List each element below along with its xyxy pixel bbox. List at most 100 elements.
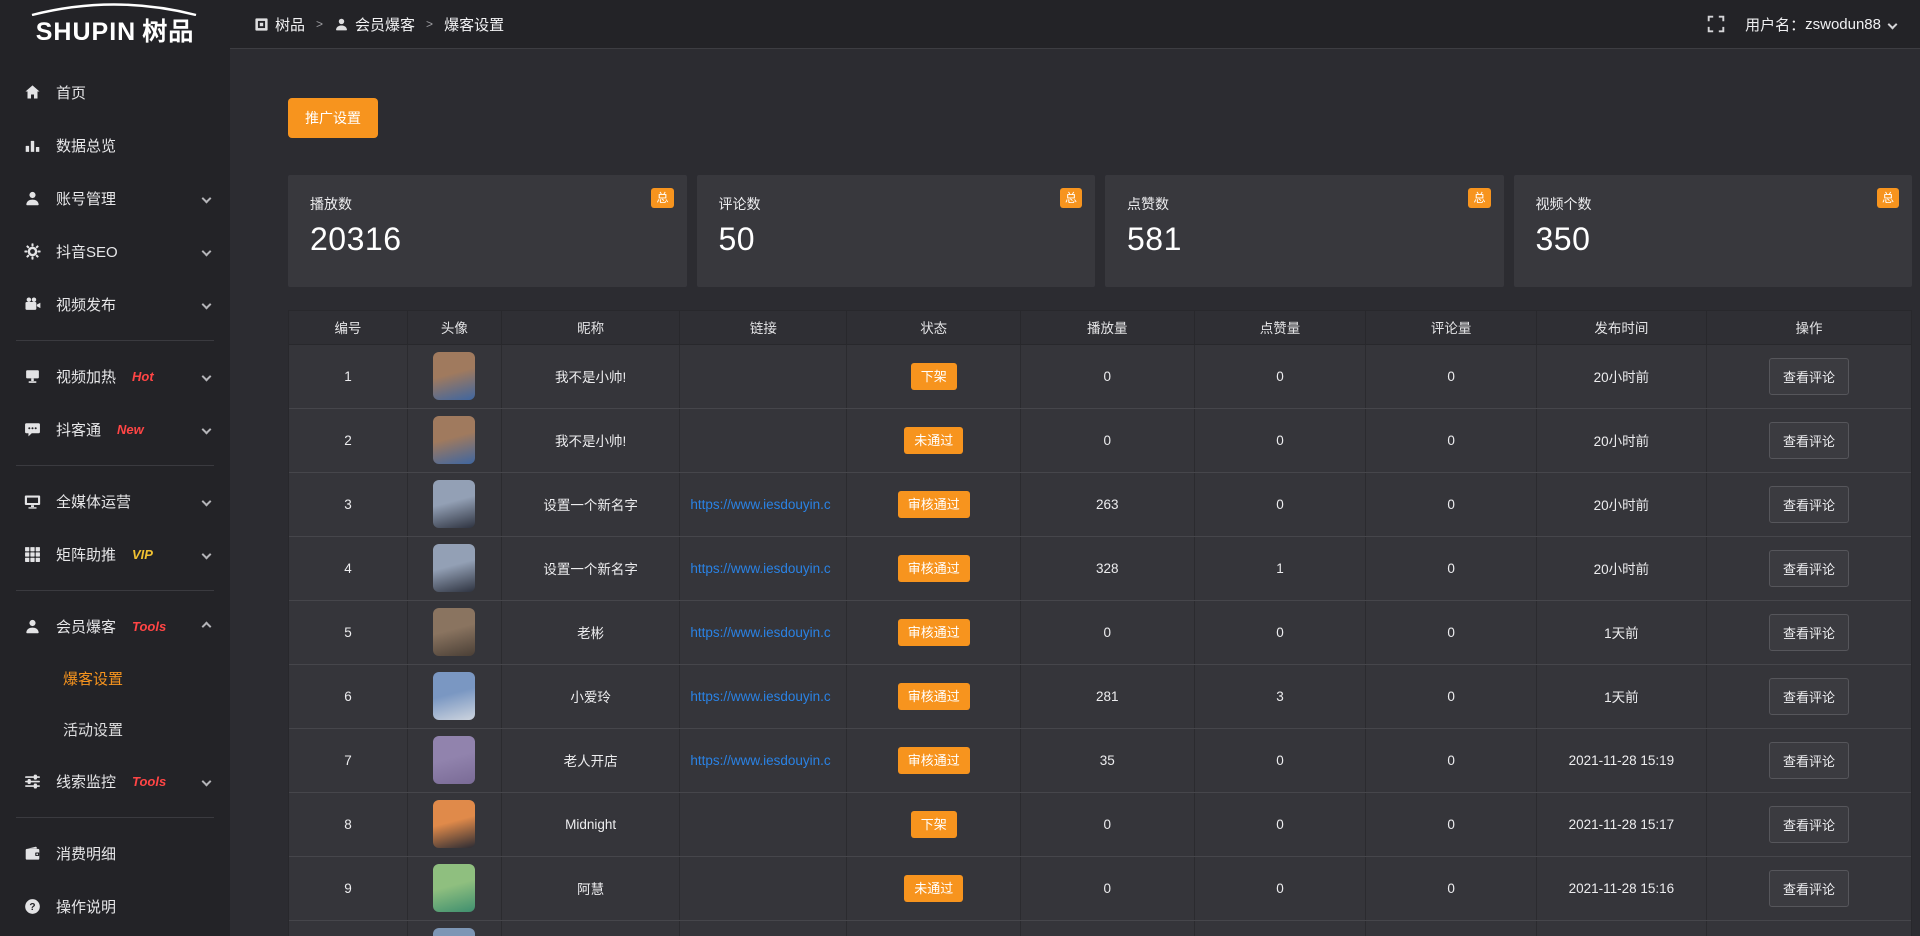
cell-avatar bbox=[407, 344, 501, 408]
view-comments-button[interactable]: 查看评论 bbox=[1769, 422, 1849, 459]
cell-likes: 0 bbox=[1194, 728, 1366, 792]
sidebar-item-operation-guide[interactable]: ?操作说明 bbox=[0, 880, 230, 933]
column-header: 头像 bbox=[407, 311, 501, 344]
sidebar-item-douketong[interactable]: 抖客通New bbox=[0, 403, 230, 456]
cell-publish-time: 20小时前 bbox=[1536, 472, 1706, 536]
status-button[interactable]: 审核通过 bbox=[898, 683, 970, 710]
status-button[interactable]: 下架 bbox=[911, 363, 957, 390]
view-comments-button[interactable]: 查看评论 bbox=[1769, 358, 1849, 395]
sidebar-item-video-heat[interactable]: 视频加热Hot bbox=[0, 350, 230, 403]
cell-nickname: 阿慧 bbox=[501, 856, 679, 920]
sidebar-divider bbox=[16, 465, 214, 466]
cell-link: https://www.iesdouyin.c bbox=[680, 664, 847, 728]
cell-nickname: 设置一个新名字 bbox=[501, 536, 679, 600]
video-link[interactable]: https://www.iesdouyin.c bbox=[690, 753, 830, 768]
breadcrumb-label: 爆客设置 bbox=[444, 14, 504, 35]
breadcrumb-label: 树品 bbox=[275, 14, 305, 35]
cell-publish-time: 1天前 bbox=[1536, 600, 1706, 664]
cell-link: https://www.iesdouyin.c bbox=[680, 472, 847, 536]
sidebar-item-clue-monitor[interactable]: 线索监控Tools bbox=[0, 755, 230, 808]
cell-publish-time: 1天前 bbox=[1536, 664, 1706, 728]
cell-comments: 0 bbox=[1366, 856, 1536, 920]
video-link[interactable]: https://www.iesdouyin.c bbox=[690, 689, 830, 704]
sidebar-item-media-operation[interactable]: 全媒体运营 bbox=[0, 475, 230, 528]
chevron-down-icon bbox=[202, 550, 212, 560]
stat-total-badge: 总 bbox=[651, 188, 673, 208]
sidebar-item-member-baoke[interactable]: 会员爆客Tools bbox=[0, 600, 230, 653]
cell-avatar bbox=[407, 792, 501, 856]
user-menu[interactable]: 用户名：zswodun88 bbox=[1745, 14, 1896, 35]
cell-comments: 0 bbox=[1366, 408, 1536, 472]
sidebar-badge: Tools bbox=[132, 619, 166, 634]
sidebar-item-label: 视频发布 bbox=[56, 294, 116, 315]
sidebar-item-consume-detail[interactable]: 消费明细 bbox=[0, 827, 230, 880]
sidebar-item-data-overview[interactable]: 数据总览 bbox=[0, 119, 230, 172]
cell-action: 查看评论 bbox=[1707, 728, 1911, 792]
cell-comments: 0 bbox=[1366, 536, 1536, 600]
view-comments-button[interactable]: 查看评论 bbox=[1769, 550, 1849, 587]
chevron-down-icon bbox=[202, 777, 212, 787]
cell-link bbox=[680, 408, 847, 472]
view-comments-button[interactable]: 查看评论 bbox=[1769, 614, 1849, 651]
cell-likes: 3 bbox=[1194, 664, 1366, 728]
sidebar-item-home[interactable]: 首页 bbox=[0, 66, 230, 119]
topbar: 树品>会员爆客>爆客设置 用户名：zswodun88 bbox=[230, 0, 1920, 49]
status-button[interactable]: 审核通过 bbox=[898, 619, 970, 646]
chat-icon bbox=[24, 421, 41, 438]
member-icon bbox=[334, 17, 349, 32]
status-button[interactable]: 审核通过 bbox=[898, 555, 970, 582]
cell-publish-time: 20小时前 bbox=[1536, 344, 1706, 408]
column-header: 播放量 bbox=[1020, 311, 1194, 344]
table-body: 1我不是小帅!下架00020小时前查看评论2我不是小帅!未通过00020小时前查… bbox=[289, 344, 1911, 936]
status-button[interactable]: 未通过 bbox=[904, 875, 963, 902]
stat-label: 点赞数 bbox=[1127, 194, 1482, 214]
cell bbox=[289, 920, 407, 936]
status-button[interactable]: 审核通过 bbox=[898, 491, 970, 518]
view-comments-button[interactable]: 查看评论 bbox=[1769, 870, 1849, 907]
stats-row: 播放数总20316评论数总50点赞数总581视频个数总350 bbox=[288, 175, 1912, 287]
view-comments-button[interactable]: 查看评论 bbox=[1769, 806, 1849, 843]
cell-plays: 328 bbox=[1020, 536, 1194, 600]
video-link[interactable]: https://www.iesdouyin.c bbox=[690, 625, 830, 640]
column-header: 状态 bbox=[847, 311, 1021, 344]
video-link[interactable]: https://www.iesdouyin.c bbox=[690, 497, 830, 512]
status-button[interactable]: 审核通过 bbox=[898, 747, 970, 774]
video-table-wrap: 编号头像昵称链接状态播放量点赞量评论量发布时间操作 1我不是小帅!下架00020… bbox=[288, 310, 1912, 936]
chart-icon bbox=[24, 137, 41, 154]
username-label: 用户名： bbox=[1745, 14, 1805, 35]
app-logo: SHUPIN树品 bbox=[0, 0, 230, 52]
status-button[interactable]: 下架 bbox=[911, 811, 957, 838]
fullscreen-icon[interactable] bbox=[1707, 15, 1725, 33]
column-header: 发布时间 bbox=[1536, 311, 1706, 344]
sidebar-subitem-baoke-settings[interactable]: 爆客设置 bbox=[0, 653, 230, 704]
chevron-up-icon bbox=[202, 622, 212, 632]
video-icon bbox=[24, 296, 41, 313]
sidebar-item-douyin-seo[interactable]: 抖音SEO bbox=[0, 225, 230, 278]
sidebar-item-account-manage[interactable]: 账号管理 bbox=[0, 172, 230, 225]
table-row: 4设置一个新名字https://www.iesdouyin.c审核通过32810… bbox=[289, 536, 1911, 600]
cell-action: 查看评论 bbox=[1707, 536, 1911, 600]
screen-icon bbox=[24, 368, 41, 385]
column-header: 昵称 bbox=[501, 311, 679, 344]
cell-comments: 0 bbox=[1366, 600, 1536, 664]
cell-avatar bbox=[407, 408, 501, 472]
video-link[interactable]: https://www.iesdouyin.c bbox=[690, 561, 830, 576]
sidebar-divider bbox=[16, 590, 214, 591]
sidebar-item-video-publish[interactable]: 视频发布 bbox=[0, 278, 230, 331]
promo-settings-button[interactable]: 推广设置 bbox=[288, 98, 378, 138]
breadcrumb-item[interactable]: 树品 bbox=[254, 14, 305, 35]
table-row-partial bbox=[289, 920, 1911, 936]
view-comments-button[interactable]: 查看评论 bbox=[1769, 742, 1849, 779]
breadcrumb-item[interactable]: 爆客设置 bbox=[444, 14, 504, 35]
cell-plays: 0 bbox=[1020, 856, 1194, 920]
cell-nickname: 我不是小帅! bbox=[501, 344, 679, 408]
breadcrumb-label: 会员爆客 bbox=[355, 14, 415, 35]
view-comments-button[interactable]: 查看评论 bbox=[1769, 678, 1849, 715]
stat-card-2: 评论数总50 bbox=[697, 175, 1096, 287]
status-button[interactable]: 未通过 bbox=[904, 427, 963, 454]
sidebar-item-matrix-boost[interactable]: 矩阵助推VIP bbox=[0, 528, 230, 581]
view-comments-button[interactable]: 查看评论 bbox=[1769, 486, 1849, 523]
sidebar-subitem-activity-settings[interactable]: 活动设置 bbox=[0, 704, 230, 755]
breadcrumb-item[interactable]: 会员爆客 bbox=[334, 14, 415, 35]
sidebar-item-label: 矩阵助推 bbox=[56, 544, 116, 565]
